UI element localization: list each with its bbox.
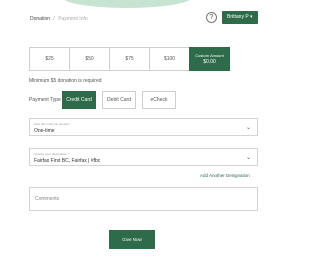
comments-field[interactable]: Comments — [29, 187, 258, 211]
breadcrumb-current: Donation — [30, 16, 51, 22]
custom-amount-value: $0.00 — [203, 59, 216, 65]
designation-value: Fairfax First BC, Fairfax | #fbc — [34, 158, 101, 164]
amount-option-25[interactable]: $25 — [29, 47, 70, 71]
breadcrumb: Donation / Payment Info — [30, 16, 88, 22]
designation-small-label: Choose your designation * — [34, 152, 70, 156]
breadcrumb-separator: / — [53, 16, 55, 22]
amount-option-100[interactable]: $100 — [149, 47, 190, 71]
payment-echeck-button[interactable]: eCheck — [142, 91, 176, 109]
chevron-down-icon: ▾ — [249, 14, 253, 20]
chevron-down-icon: ⌄ — [245, 125, 251, 131]
frequency-small-label: How often will you donate? — [34, 122, 70, 126]
payment-type-row: Payment Type Credit Card Debit Card eChe… — [29, 90, 182, 110]
payment-debit-card-button[interactable]: Debit Card — [102, 91, 136, 109]
breadcrumb-next[interactable]: Payment Info — [58, 16, 87, 22]
custom-amount-field[interactable]: Custom Amount $0.00 — [189, 47, 230, 71]
user-name: Brittany P — [227, 14, 249, 20]
user-menu-button[interactable]: Brittany P ▾ — [222, 11, 258, 24]
comments-label: Comments — [35, 196, 60, 202]
amount-options: $25 $50 $75 $100 Custom Amount $0.00 — [29, 47, 230, 71]
header: Donation / Payment Info ? Brittany P ▾ — [0, 10, 258, 30]
give-now-button[interactable]: Give Now — [109, 230, 155, 249]
frequency-select[interactable]: How often will you donate? One-time ⌄ — [29, 118, 258, 136]
custom-amount-label: Custom Amount — [195, 53, 224, 58]
minimum-donation-note: Minimum $5 donation is required — [29, 78, 102, 84]
payment-type-label: Payment Type — [29, 97, 61, 103]
help-icon[interactable]: ? — [206, 12, 217, 23]
top-decorative-arc — [62, 0, 192, 8]
frequency-value: One-time — [34, 128, 55, 134]
designation-select[interactable]: Choose your designation * Fairfax First … — [29, 148, 258, 166]
payment-credit-card-button[interactable]: Credit Card — [62, 91, 96, 109]
add-designation-link[interactable]: Add Another Designation — [200, 173, 250, 178]
amount-option-75[interactable]: $75 — [109, 47, 150, 71]
chevron-down-icon: ⌄ — [245, 155, 251, 161]
amount-option-50[interactable]: $50 — [69, 47, 110, 71]
